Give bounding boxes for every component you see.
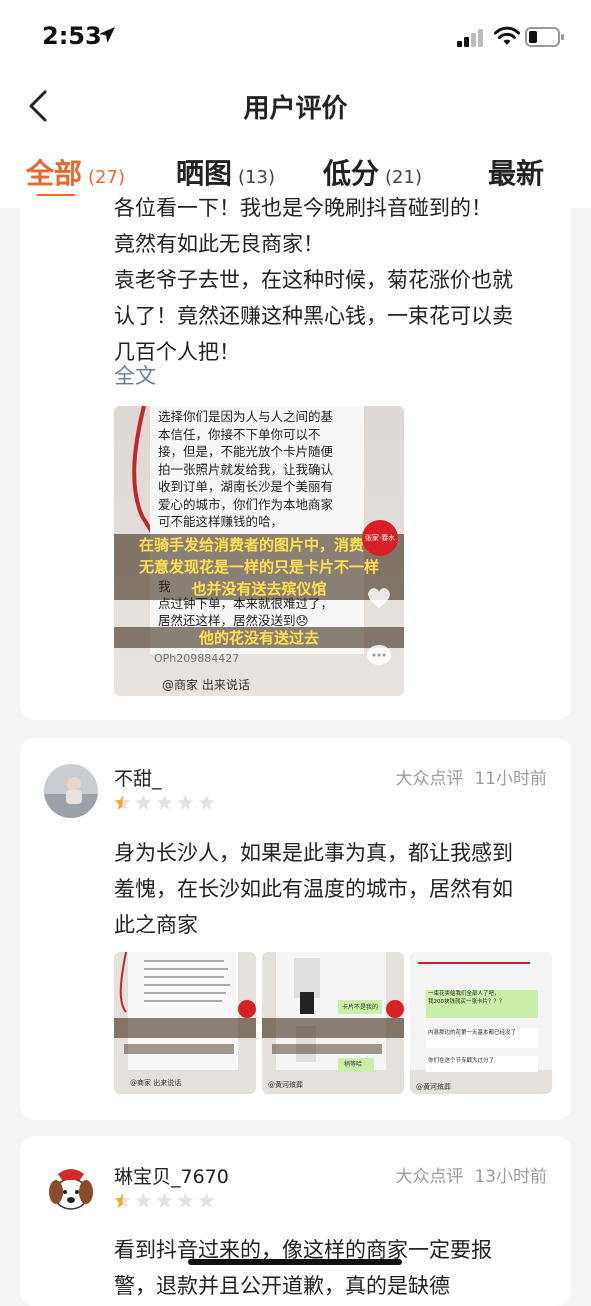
thumb-bubble: 卡片不是我的 (342, 1004, 379, 1011)
review-text: 各位看一下！我也是今晚刷抖音碰到的！ 竟然有如此无良商家！ 袁老爷子去世，在这种… (114, 196, 554, 370)
tab-count: (27) (88, 167, 125, 188)
chat-line: 选择你们是因为人与人之间的基 (158, 409, 334, 424)
wifi-icon (494, 26, 520, 45)
chat-line: 收到订单，湖南长沙是个美丽有 (158, 479, 334, 494)
review-source: 大众点评 (395, 769, 464, 789)
review-line: 各位看一下！我也是今晚刷抖音碰到的！ (114, 196, 492, 220)
chat-line: 本信任，你接不下单你可以不 (158, 426, 321, 442)
star-empty-icon (177, 1192, 194, 1208)
order-id: OPh209884427 (154, 652, 240, 665)
tab-label: 晒图 (176, 157, 233, 190)
star-empty-icon (198, 1192, 215, 1208)
battery-icon (525, 27, 564, 47)
location-arrow-icon (99, 27, 115, 43)
thumb-bubble: 稍等哈 (344, 1061, 363, 1068)
review-image[interactable]: 选择你们是因为人与人之间的基 本信任，你接不下单你可以不 接，但是，不能光放个卡… (114, 406, 404, 696)
tab-low-score[interactable]: 低分 (21) (323, 152, 422, 192)
chat-line: 可不能这样赚钱的哈， (158, 514, 284, 529)
review-card[interactable]: 各位看一下！我也是今晚刷抖音碰到的！ 竟然有如此无良商家！ 袁老爷子去世，在这种… (20, 196, 571, 720)
star-empty-icon (177, 794, 194, 810)
tab-latest[interactable]: 最新 (488, 152, 544, 192)
image-caption: @商家 出来说话 (162, 678, 250, 692)
review-meta: 大众点评 13小时前 (396, 1162, 547, 1187)
tab-label: 全部 (26, 157, 83, 190)
tab-count: (13) (238, 167, 275, 188)
star-empty-icon (198, 794, 215, 810)
status-bar: 2:53 (0, 0, 591, 76)
chat-line: 接，但是，不能光放个卡片随便 (158, 444, 334, 459)
comment-icon (367, 645, 391, 665)
overlay-line: 在骑手发给消费者的图片中，消费者 (138, 536, 379, 554)
thumb-line: 你们在这个节专戳大过分了 (428, 1058, 495, 1064)
tab-count: (21) (385, 167, 422, 188)
avatar[interactable] (44, 1162, 98, 1216)
reviewer-name[interactable]: 不甜_ (114, 764, 162, 791)
rating-stars (114, 794, 219, 815)
star-empty-icon (156, 1192, 173, 1208)
review-line: 身为长沙人，如果是此事为真，都让我感到 (114, 841, 513, 865)
review-card[interactable]: 不甜_ 大众点评 11小时前 身为长沙人，如果是此事为真，都让我感到 羞愧，在长… (20, 738, 571, 1120)
star-empty-icon (135, 1192, 152, 1208)
review-thumbnail[interactable]: 一束花卖给我们全部人了吧， 我200块钱就买一张卡片？？？ 内县那边的花第一天基… (410, 952, 552, 1094)
review-thumbnail[interactable]: @商家 出来说话 (114, 952, 256, 1094)
review-card[interactable]: 琳宝贝_7670 大众点评 13小时前 看到抖音过来的，像这样的商家一定要报 警… (20, 1136, 571, 1306)
rating-stars (114, 1192, 219, 1213)
review-text: 身为长沙人，如果是此事为真，都让我感到 羞愧，在长沙如此有温度的城市，居然有如 … (114, 835, 554, 943)
tab-photos[interactable]: 晒图 (13) (176, 152, 275, 192)
star-empty-icon (135, 794, 152, 810)
review-line: 羞愧，在长沙如此有温度的城市，居然有如 (114, 877, 513, 901)
review-line: 几百个人把！ (114, 340, 240, 364)
heart-icon (368, 588, 390, 608)
expand-full-text-link[interactable]: 全文 (114, 360, 156, 390)
page-title: 用户评价 (243, 94, 348, 124)
reviewer-name[interactable]: 琳宝贝_7670 (114, 1162, 229, 1189)
overlay-line: 也并没有送去殡仪馆 (191, 580, 327, 598)
stamp-text: 张家·春水 (364, 534, 396, 542)
review-meta: 大众点评 11小时前 (396, 764, 547, 789)
review-line: 警，退款并且公开道歉，真的是缺德 (114, 1274, 450, 1298)
star-half-icon (114, 1192, 131, 1208)
avatar[interactable] (44, 764, 98, 818)
thumb-caption: @商家 出来说话 (130, 1079, 182, 1087)
thumb-line: 我200块钱就买一张卡片？？？ (428, 999, 505, 1005)
chat-screenshot: 选择你们是因为人与人之间的基 本信任，你接不下单你可以不 接，但是，不能光放个卡… (150, 406, 364, 654)
review-source: 大众点评 (395, 1167, 464, 1187)
thumb-line: 内县那边的花第一天基本都已经没了 (428, 1030, 517, 1036)
navigation-bar: 用户评价 (0, 76, 591, 136)
thumb-line: 一束花卖给我们全部人了吧， (428, 991, 500, 997)
image-overlay-caption: 在骑手发给消费者的图片中，消费者 无意发现花是一样的只是卡片不一样 也并没有送去… (114, 534, 404, 600)
review-line: 认了！竟然还赚这种黑心钱，一束花可以卖 (114, 304, 513, 328)
review-time: 11小时前 (474, 769, 547, 789)
tab-label: 最新 (488, 157, 545, 190)
stamp-logo: 张家·春水 (362, 520, 398, 556)
star-half-icon (114, 794, 131, 810)
home-indicator[interactable] (188, 1259, 402, 1265)
chat-line: 拍一张照片就发给我，让我确认 (158, 461, 334, 477)
star-empty-icon (156, 794, 173, 810)
review-line: 此之商家 (114, 913, 198, 937)
cellular-signal-icon (457, 29, 483, 47)
tab-all[interactable]: 全部 (27) (26, 152, 125, 192)
review-line: 竟然有如此无良商家！ (114, 232, 324, 256)
status-time: 2:53 (42, 22, 102, 50)
tab-label: 低分 (323, 157, 380, 190)
review-thumbnail[interactable]: 卡片不是我的 稍等哈 @黄河殡葬 (262, 952, 404, 1094)
overlay-line: 无意发现花是一样的只是卡片不一样 (138, 558, 379, 576)
chat-line: 爱心的城市，你们作为本地商家 (158, 496, 334, 512)
review-line: 袁老爷子去世，在这种时候，菊花涨价也就 (114, 268, 513, 292)
thumb-caption: @黄河殡葬 (416, 1083, 451, 1091)
image-overlay-bottom: 他的花没有送过去 (114, 627, 404, 648)
review-text: 看到抖音过来的，像这样的商家一定要报 警，退款并且公开道歉，真的是缺德 (114, 1232, 554, 1304)
thumb-caption: @黄河殡葬 (268, 1081, 303, 1089)
review-time: 13小时前 (474, 1167, 547, 1187)
